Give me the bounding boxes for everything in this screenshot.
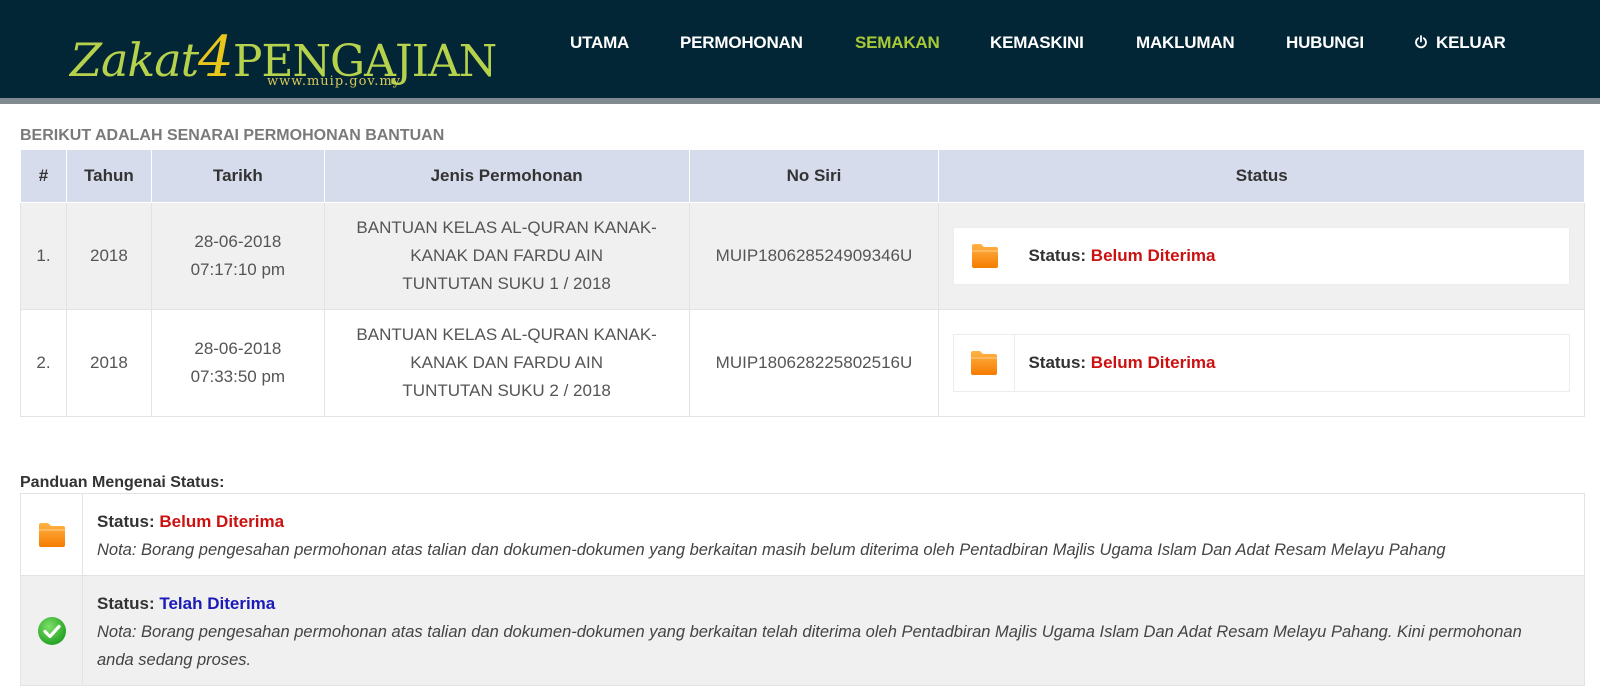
jenis-line: KANAK DAN FARDU AIN — [410, 353, 603, 372]
nav-keluar[interactable]: KELUAR — [1414, 33, 1506, 53]
guide-status-label: Status: — [97, 512, 155, 531]
jenis-line: TUNTUTAN SUKU 2 / 2018 — [402, 381, 611, 400]
cell-no-siri: MUIP180628225802516U — [688, 309, 940, 417]
guide-status-value: Belum Diterima — [159, 512, 285, 531]
table-row: 2. 2018 28-06-2018 07:33:50 pm BANTUAN K… — [20, 309, 1585, 417]
col-header-jenis: Jenis Permohonan — [323, 149, 690, 203]
guide-text: Status: Telah Diterima Nota: Borang peng… — [83, 576, 1584, 685]
guide-item: Status: Telah Diterima Nota: Borang peng… — [21, 575, 1584, 685]
guide-nota: Nota: Borang pengesahan permohonan atas … — [97, 623, 1522, 641]
power-icon — [1414, 34, 1428, 49]
guide-item: Status: Belum Diterima Nota: Borang peng… — [21, 494, 1584, 575]
cell-no-siri: MUIP180628524909346U — [688, 202, 940, 310]
tarikh-time: 07:33:50 pm — [190, 367, 286, 386]
tarikh-date: 28-06-2018 — [194, 339, 282, 358]
status-label: Status: — [1028, 353, 1087, 372]
folder-icon — [21, 494, 83, 575]
table-header-row: # Tahun Tarikh Jenis Permohonan No Siri … — [20, 149, 1585, 203]
jenis-line: TUNTUTAN SUKU 1 / 2018 — [402, 274, 611, 293]
cell-jenis: BANTUAN KELAS AL-QURAN KANAK- KANAK DAN … — [323, 202, 690, 310]
cell-status: Status: Belum Diterima — [938, 202, 1585, 310]
col-header-status: Status — [938, 149, 1585, 203]
cell-jenis: BANTUAN KELAS AL-QURAN KANAK- KANAK DAN … — [323, 309, 690, 417]
cell-tahun: 2018 — [65, 202, 152, 310]
section-title: BERIKUT ADALAH SENARAI PERMOHONAN BANTUA… — [20, 127, 445, 144]
col-header-tarikh: Tarikh — [150, 149, 325, 203]
jenis-line: KANAK DAN FARDU AIN — [410, 246, 603, 265]
status-text: Status: Belum Diterima — [1015, 242, 1215, 270]
cell-tarikh: 28-06-2018 07:33:50 pm — [150, 309, 325, 417]
jenis-line: BANTUAN KELAS AL-QURAN KANAK- — [356, 325, 657, 344]
nav-permohonan[interactable]: PERMOHONAN — [680, 33, 803, 53]
nav-keluar-label: KELUAR — [1436, 33, 1506, 52]
status-box: Status: Belum Diterima — [953, 227, 1570, 285]
col-header-tahun: Tahun — [65, 149, 152, 203]
logo-zakat: Zakat — [70, 33, 199, 87]
col-header-nosiri: No Siri — [688, 149, 940, 203]
top-header: Zakat4PENGAJIAN www.muip.gov.my UTAMA PE… — [0, 0, 1600, 98]
tarikh-date: 28-06-2018 — [194, 232, 282, 251]
guide-status-label: Status: — [97, 594, 155, 613]
folder-icon — [954, 335, 1016, 391]
applications-table: # Tahun Tarikh Jenis Permohonan No Siri … — [20, 149, 1585, 417]
status-text: Status: Belum Diterima — [1015, 349, 1215, 377]
logo-url: www.muip.gov.my — [267, 74, 402, 89]
nav-makluman[interactable]: MAKLUMAN — [1136, 33, 1235, 53]
logo-four: 4 — [198, 25, 234, 90]
guide-title: Panduan Mengenai Status: — [20, 474, 225, 491]
cell-tahun: 2018 — [65, 309, 152, 417]
status-box: Status: Belum Diterima — [953, 334, 1570, 392]
tarikh-time: 07:17:10 pm — [190, 260, 286, 279]
status-label: Status: — [1028, 246, 1087, 265]
cell-tarikh: 28-06-2018 07:17:10 pm — [150, 202, 325, 310]
nav-utama[interactable]: UTAMA — [570, 33, 629, 53]
guide-nota: anda sedang proses. — [97, 651, 252, 669]
col-header-no: # — [20, 149, 67, 203]
jenis-line: BANTUAN KELAS AL-QURAN KANAK- — [356, 218, 657, 237]
status-value: Belum Diterima — [1090, 353, 1216, 372]
folder-icon — [954, 228, 1015, 284]
nav-hubungi[interactable]: HUBUNGI — [1286, 33, 1364, 53]
nav-kemaskini[interactable]: KEMASKINI — [990, 33, 1084, 53]
cell-status: Status: Belum Diterima — [938, 309, 1585, 417]
status-guide: Status: Belum Diterima Nota: Borang peng… — [20, 493, 1585, 686]
cell-no: 2. — [20, 309, 67, 417]
guide-status-value: Telah Diterima — [159, 594, 276, 613]
status-value: Belum Diterima — [1090, 246, 1216, 265]
guide-nota: Nota: Borang pengesahan permohonan atas … — [97, 541, 1446, 559]
site-logo[interactable]: Zakat4PENGAJIAN www.muip.gov.my — [70, 14, 497, 94]
nav-semakan[interactable]: SEMAKAN — [855, 33, 940, 53]
cell-no: 1. — [20, 202, 67, 310]
check-circle-icon — [21, 576, 83, 685]
guide-text: Status: Belum Diterima Nota: Borang peng… — [83, 494, 1584, 575]
table-row: 1. 2018 28-06-2018 07:17:10 pm BANTUAN K… — [20, 202, 1585, 310]
header-divider — [0, 98, 1600, 104]
